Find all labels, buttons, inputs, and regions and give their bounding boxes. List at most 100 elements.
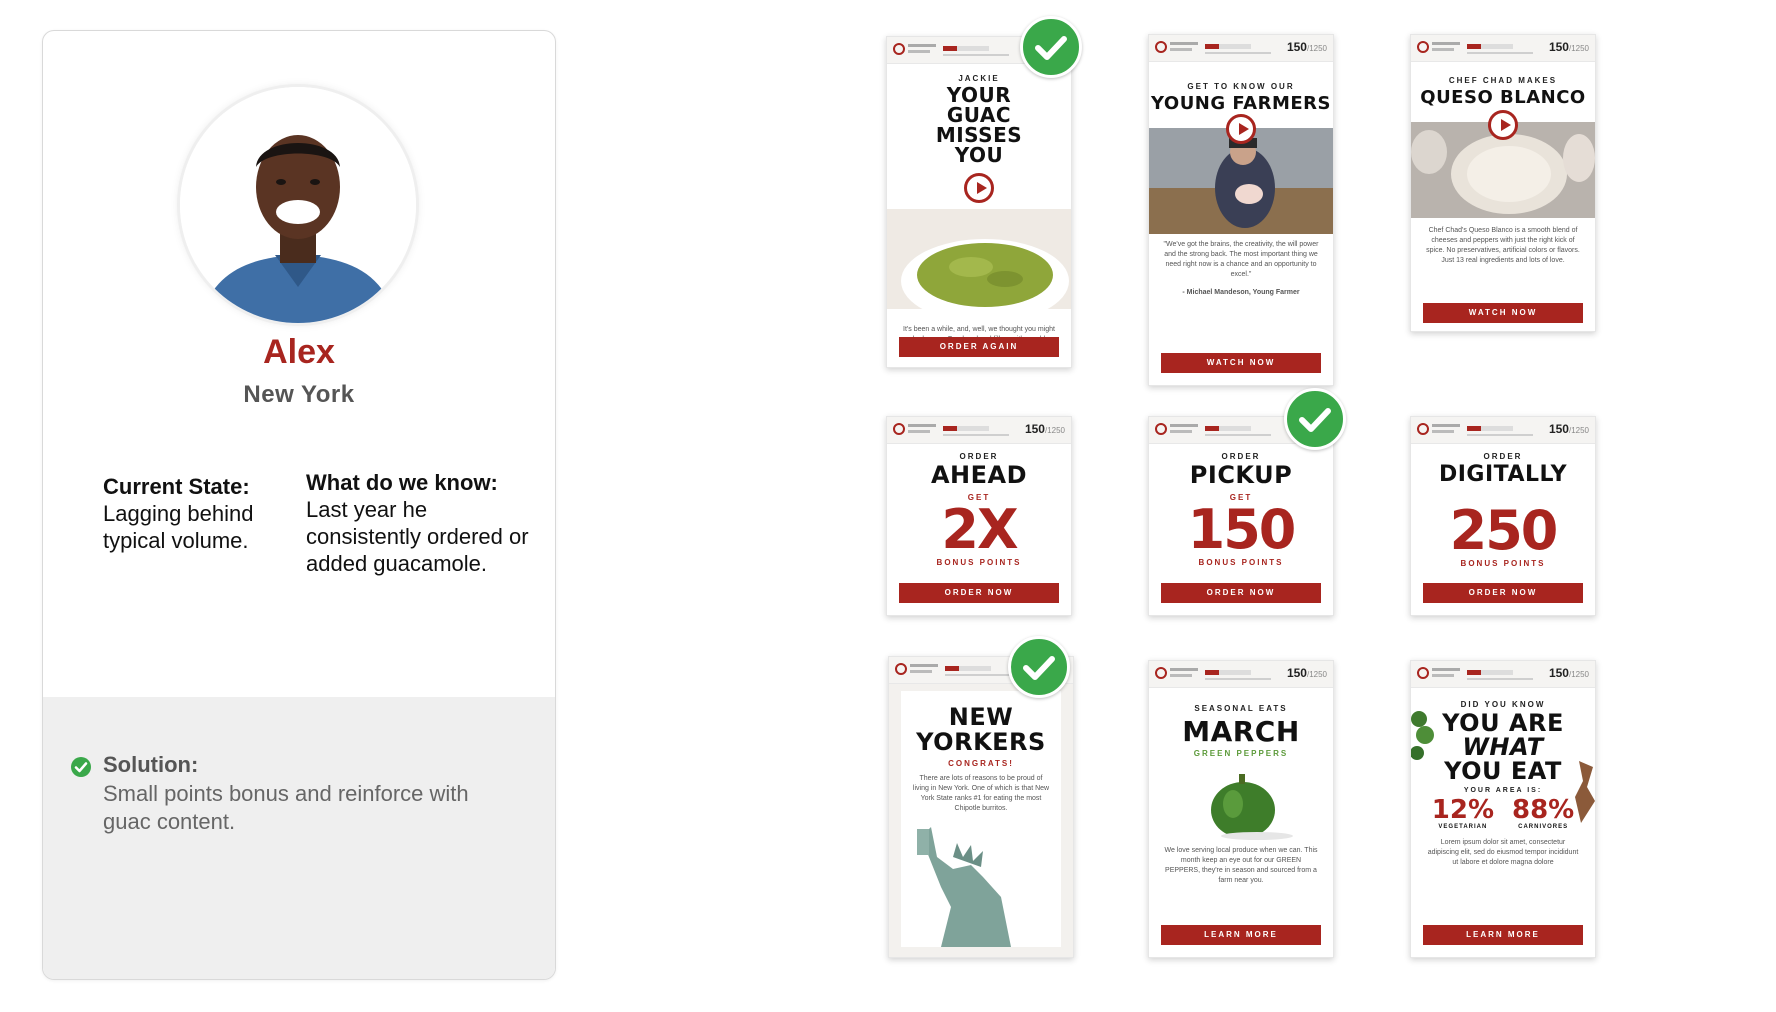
tile-body: Chef Chad's Queso Blanco is a smooth ble… [1426, 227, 1580, 264]
tile-header: 150/1250 [1149, 661, 1333, 688]
tile-body: Lorem ipsum dolor sit amet, consectetur … [1427, 839, 1579, 866]
persona-name: Alex [263, 333, 335, 371]
solution-label: Solution: [103, 752, 199, 777]
order-now-button[interactable]: ORDER NOW [899, 583, 1059, 603]
order-now-button[interactable]: ORDER NOW [1423, 583, 1583, 603]
tile-headline-1: YOU ARE [1442, 709, 1564, 737]
tile-headline: DIGITALLY [1438, 462, 1568, 487]
tile-new-yorkers[interactable]: NEW YORKERS CONGRATS! There are lots of … [888, 656, 1074, 958]
cilantro-image [1411, 711, 1434, 760]
tile-attribution: - Michael Mandeson, Young Farmer [1182, 289, 1300, 296]
tile-kicker: DID YOU KNOW [1460, 700, 1546, 709]
persona-city: New York [243, 381, 355, 408]
bonus-value: 2X [941, 498, 1018, 561]
tile-header: 150/1250 [887, 417, 1071, 444]
tile-body: We love serving local produce when we ca… [1164, 847, 1318, 884]
tile-kicker: CHEF CHAD MAKES [1448, 76, 1558, 85]
watch-now-button[interactable]: WATCH NOW [1423, 303, 1583, 323]
tile-order-ahead[interactable]: 150/1250 ORDER AHEAD GET 2X BONUS POINTS… [886, 416, 1072, 616]
solution-panel: Solution: Small points bonus and reinfor… [43, 697, 555, 979]
tile-header: 150/1250 [1411, 35, 1595, 62]
play-icon[interactable] [964, 173, 994, 203]
chipotle-logo-icon [1417, 41, 1429, 53]
tile-march[interactable]: 150/1250 SEASONAL EATS MARCH GREEN PEPPE… [1148, 660, 1334, 958]
what-we-know-label: What do we know: [306, 470, 498, 495]
what-we-know-text: Last year he consistently ordered or add… [306, 497, 529, 576]
chipotle-logo-icon [1417, 667, 1429, 679]
tile-headline: YOUR GUAC MISSES YOU [935, 83, 1023, 167]
chipotle-logo-icon [1155, 41, 1167, 53]
tile-sub: GREEN PEPPERS [1193, 749, 1289, 758]
chipotle-logo-icon [893, 423, 905, 435]
tile-young-farmers[interactable]: 150/1250 GET TO KNOW OUR YOUNG FARMERS "… [1148, 34, 1334, 386]
tile-headline: PICKUP [1189, 461, 1293, 489]
tile-kicker: ORDER [959, 452, 999, 461]
points-value: 150/1250 [1286, 666, 1327, 680]
learn-more-button[interactable]: LEARN MORE [1423, 925, 1583, 945]
chipotle-logo-icon [893, 43, 905, 55]
chipotle-logo-icon [1155, 423, 1167, 435]
order-again-button[interactable]: ORDER AGAIN [899, 337, 1059, 357]
tile-header: 150/1250 [1411, 417, 1595, 444]
tile-order-digitally[interactable]: 150/1250 ORDER DIGITALLY 250 BONUS POINT… [1410, 416, 1596, 616]
learn-more-button[interactable]: LEARN MORE [1161, 925, 1321, 945]
solution-text: Small points bonus and reinforce with gu… [103, 781, 469, 834]
stats-row: 12% VEGETARIAN 88% CARNIVORES [1411, 796, 1595, 830]
chipotle-logo-icon [1417, 423, 1429, 435]
tile-headline-3: YOU EAT [1444, 757, 1562, 785]
tile-headline: QUESO BLANCO [1420, 87, 1586, 108]
tile-header: 150/1250 [1411, 661, 1595, 688]
tile-body: "We've got the brains, the creativity, t… [1163, 241, 1319, 278]
tile-header: 150/1250 [1149, 35, 1333, 62]
tile-headline-2: WHAT [1462, 733, 1544, 761]
meat-image [1575, 761, 1595, 823]
persona-card: Alex New York Current State: Lagging beh… [42, 30, 556, 980]
carnivores-stat: 88% [1512, 795, 1575, 825]
watch-now-button[interactable]: WATCH NOW [1161, 353, 1321, 373]
vegetarian-label: VEGETARIAN [1438, 824, 1488, 830]
bonus-points-label: BONUS POINTS [1460, 559, 1546, 568]
tile-kicker: ORDER [1483, 452, 1523, 461]
tile-kicker: ORDER [1221, 452, 1261, 461]
tile-headline: MARCH [1182, 715, 1300, 748]
check-icon [1020, 16, 1082, 78]
bonus-value: 250 [1449, 499, 1559, 562]
tile-kicker: GET TO KNOW OUR [1187, 82, 1295, 91]
statue-of-liberty-image [901, 817, 1061, 947]
play-icon[interactable] [1488, 110, 1518, 140]
tile-queso-blanco[interactable]: 150/1250 CHEF CHAD MAKES QUESO BLANCO Ch… [1410, 34, 1596, 332]
tile-kicker: SEASONAL EATS [1194, 704, 1288, 713]
points-value: 150/1250 [1286, 40, 1327, 54]
check-icon [1008, 636, 1070, 698]
your-area-label: YOUR AREA IS: [1463, 787, 1543, 794]
points-value: 150/1250 [1548, 666, 1589, 680]
current-state-text: Lagging behind typical volume. [103, 501, 254, 553]
carnivores-label: CARNIVORES [1518, 824, 1569, 830]
tile-headline: AHEAD [930, 461, 1028, 489]
bonus-points-label: BONUS POINTS [1198, 558, 1284, 567]
avatar [180, 87, 416, 323]
bonus-points-label: BONUS POINTS [936, 558, 1022, 567]
guac-bowl-image [887, 209, 1071, 309]
points-value: 150/1250 [1548, 422, 1589, 436]
bonus-value: 150 [1187, 498, 1297, 561]
tile-body: There are lots of reasons to be proud of… [912, 775, 1050, 812]
what-we-know: What do we know: Last year he consistent… [306, 469, 536, 577]
order-now-button[interactable]: ORDER NOW [1161, 583, 1321, 603]
current-state-label: Current State: [103, 474, 250, 499]
tile-what-you-eat[interactable]: 150/1250 DID YOU KNOW YOU ARE WHAT YOU E… [1410, 660, 1596, 958]
check-icon [71, 757, 91, 777]
tile-headline: NEW YORKERS [916, 703, 1046, 756]
vegetarian-stat: 12% [1431, 795, 1494, 825]
tile-sub: CONGRATS! [948, 759, 1014, 768]
current-state: Current State: Lagging behind typical vo… [103, 473, 283, 554]
points-value: 150/1250 [1024, 422, 1065, 436]
green-pepper-image [1211, 774, 1293, 840]
chipotle-logo-icon [1155, 667, 1167, 679]
play-icon[interactable] [1226, 114, 1256, 144]
tile-guac[interactable]: JACKIE YOUR GUAC MISSES YOU It's been a … [886, 36, 1072, 368]
chipotle-logo-icon [895, 663, 907, 675]
avatar-photo [180, 87, 416, 323]
check-icon [1284, 388, 1346, 450]
points-value: 150/1250 [1548, 40, 1589, 54]
